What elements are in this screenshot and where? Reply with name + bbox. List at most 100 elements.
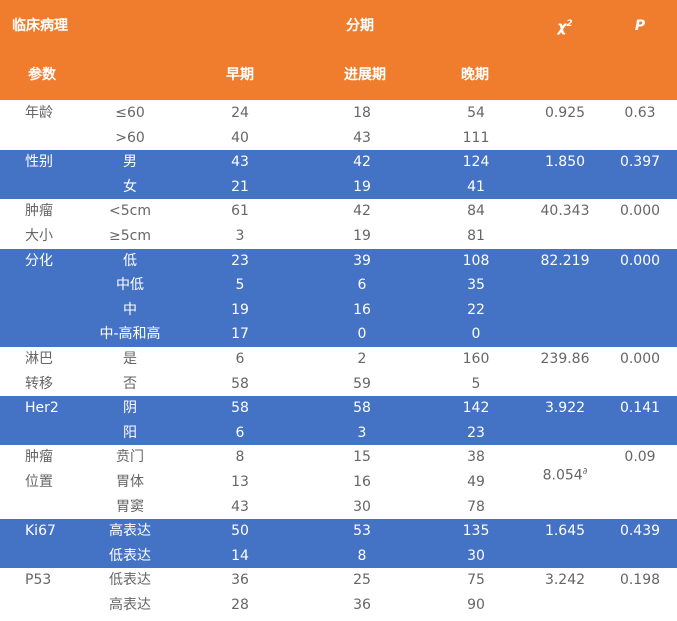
category-label: 阳	[123, 424, 137, 441]
progress-count: 3	[357, 424, 367, 441]
parameter-name: 性别	[25, 154, 53, 171]
chi-square-value: 0.925	[544, 105, 586, 121]
header-stage-late: 晚期	[461, 67, 489, 83]
late-count: 111	[462, 129, 490, 146]
late-count: 108	[462, 252, 490, 269]
header-parameter: 参数	[28, 67, 56, 83]
category-label: <5cm	[109, 203, 151, 220]
progress-count: 18	[353, 105, 371, 121]
chi-square-value: 82.219	[540, 252, 590, 269]
table-group: 淋巴 转移 是 6 2 160 否 58 59 5 239.86 0.000	[0, 347, 677, 396]
table-group: P53 低表达 36 25 75 高表达 28 36 90 3.242 0.198	[0, 568, 677, 617]
category-label: 高表达	[109, 596, 151, 613]
category-label: 中	[123, 301, 137, 318]
category-label: ≤60	[115, 105, 145, 121]
early-count: 5	[235, 277, 245, 294]
early-count: 8	[235, 449, 245, 466]
late-count: 54	[467, 105, 485, 121]
progress-count: 59	[353, 375, 371, 392]
p-value: 0.198	[619, 572, 661, 589]
category-label: 男	[123, 154, 137, 171]
early-count: 61	[231, 203, 249, 220]
p-value: 0.09	[624, 449, 656, 466]
late-count: 81	[467, 227, 485, 244]
header-chi-square: χ2	[530, 12, 600, 36]
late-count: 75	[467, 572, 485, 589]
parameter-name: 位置	[25, 473, 53, 490]
category-label: 高表达	[109, 523, 151, 540]
parameter-name: 肿瘤	[25, 203, 53, 220]
chi-square-value: 1.645	[544, 523, 586, 540]
progress-count: 30	[353, 498, 371, 515]
late-count: 0	[471, 326, 481, 343]
category-label: >60	[115, 129, 145, 146]
category-label: 是	[123, 351, 137, 367]
category-label: 低表达	[109, 547, 151, 564]
header-stage: 分期	[346, 18, 374, 34]
early-count: 43	[231, 498, 249, 515]
late-count: 90	[467, 596, 485, 613]
chi-footnote-mark: ∂	[582, 467, 588, 478]
progress-count: 39	[353, 252, 371, 269]
chi-square-value: 3.922	[544, 400, 586, 417]
parameter-name: 肿瘤	[25, 449, 53, 466]
category-label: 中-高和高	[99, 326, 161, 343]
header-stage-progress: 进展期	[344, 67, 386, 83]
p-value: 0.000	[619, 351, 661, 367]
category-label: 低	[123, 252, 137, 269]
progress-count: 36	[353, 596, 371, 613]
table-group: Ki67 高表达 50 53 135 低表达 14 8 30 1.645 0.439	[0, 519, 677, 569]
parameter-name: Ki67	[25, 523, 56, 540]
parameter-name: P53	[25, 572, 52, 589]
category-label: 中低	[116, 277, 144, 294]
category-label: 胃窦	[116, 498, 144, 515]
category-label: ≥5cm	[109, 227, 151, 244]
parameter-name: 年龄	[25, 105, 53, 121]
table-group: 分化 低 23 39 108 中低 5 6 35 中 19 16 22 中-高和高 17 0 0 82.219 0.…	[0, 248, 677, 347]
early-count: 58	[231, 375, 249, 392]
late-count: 142	[462, 400, 490, 417]
late-count: 84	[467, 203, 485, 220]
table-group: 性别 男 43 42 124 女 21 19 41 1.850 0.397	[0, 150, 677, 200]
late-count: 22	[467, 301, 485, 318]
early-count: 3	[235, 227, 245, 244]
chi-square-value: 239.86	[540, 351, 590, 367]
category-label: 否	[123, 375, 137, 392]
early-count: 58	[231, 400, 249, 417]
progress-count: 15	[353, 449, 371, 466]
p-value: 0.63	[624, 105, 656, 121]
table-header: 临床病理 分期 χ2 P 参数 早期 进展期 晚期	[0, 0, 677, 100]
category-label: 女	[123, 178, 137, 195]
early-count: 28	[231, 596, 249, 613]
parameter-name: 大小	[25, 227, 53, 244]
category-label: 阴	[123, 400, 137, 417]
early-count: 19	[231, 301, 249, 318]
early-count: 6	[235, 424, 245, 441]
late-count: 124	[462, 154, 490, 171]
chi-superscript: 2	[566, 19, 573, 29]
p-value: 0.397	[619, 154, 661, 171]
progress-count: 2	[357, 351, 367, 367]
parameter-name: 分化	[25, 252, 53, 269]
header-stage-early: 早期	[226, 67, 254, 83]
early-count: 21	[231, 178, 249, 195]
progress-count: 42	[353, 154, 371, 171]
progress-count: 0	[357, 326, 367, 343]
progress-count: 42	[353, 203, 371, 220]
parameter-name: Her2	[25, 400, 59, 417]
late-count: 5	[471, 375, 481, 392]
parameter-name: 转移	[25, 375, 53, 392]
progress-count: 16	[353, 301, 371, 318]
progress-count: 53	[353, 523, 371, 540]
late-count: 135	[462, 523, 490, 540]
category-label: 贲门	[116, 449, 144, 466]
early-count: 14	[231, 547, 249, 564]
progress-count: 19	[353, 178, 371, 195]
late-count: 78	[467, 498, 485, 515]
chi-square-value: 3.242	[544, 572, 586, 589]
early-count: 40	[231, 129, 249, 146]
p-value: 0.141	[619, 400, 661, 417]
early-count: 17	[231, 326, 249, 343]
progress-count: 6	[357, 277, 367, 294]
chi-square-value: 1.850	[544, 154, 586, 171]
